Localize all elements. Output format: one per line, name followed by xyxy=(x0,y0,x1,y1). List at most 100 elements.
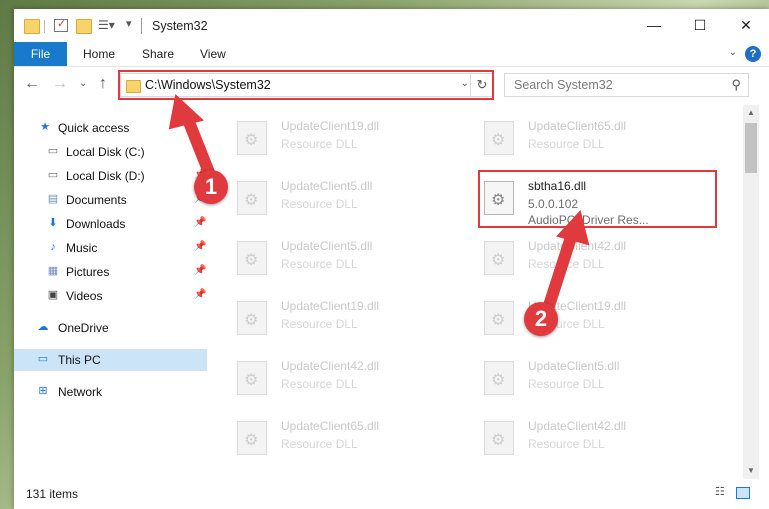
pictures-icon: ▦ xyxy=(47,265,59,277)
file-name: UpdateClient5.dll xyxy=(281,179,373,193)
gear-icon: ⚙ xyxy=(244,252,259,269)
forward-arrow-icon[interactable]: → xyxy=(52,75,68,93)
step-2-badge: 2 xyxy=(524,302,558,336)
search-box[interactable]: Search System32 ⚲ xyxy=(504,73,749,97)
gear-icon: ⚙ xyxy=(491,132,506,149)
scrollbar-thumb[interactable] xyxy=(745,123,757,173)
minimize-button[interactable]: — xyxy=(631,9,677,42)
gear-icon: ⚙ xyxy=(491,432,506,449)
back-arrow-icon[interactable]: ← xyxy=(24,75,40,93)
star-icon: ★ xyxy=(40,121,50,133)
computer-icon: ▭ xyxy=(37,353,49,365)
file-name: UpdateClient19.dll xyxy=(281,299,380,313)
sidebar-item-this-pc[interactable]: ▭ This PC xyxy=(14,349,207,371)
file-type: Resource DLL xyxy=(281,377,358,391)
file-item[interactable]: ⚙ UpdateClient65.dll Resource DLL xyxy=(207,413,437,469)
tab-share[interactable]: Share xyxy=(142,42,174,66)
gear-icon: ⚙ xyxy=(244,192,259,209)
details-view-icon[interactable]: ☷ xyxy=(715,485,729,498)
pin-icon[interactable]: 📌 xyxy=(194,241,206,252)
dll-file-icon: ⚙ xyxy=(237,301,267,335)
file-type: Resource DLL xyxy=(281,437,358,451)
ribbon-tabs: File Home Share View ⌄ ? xyxy=(14,42,769,67)
customize-toolbar-icon[interactable]: ☰▾ xyxy=(98,18,118,32)
file-item[interactable]: ⚙ UpdateClient5.dll Resource DLL xyxy=(454,353,684,409)
file-item[interactable]: ⚙ UpdateClient42.dll Resource DLL xyxy=(454,233,684,289)
title-divider xyxy=(141,18,142,34)
address-bar-highlight xyxy=(118,70,494,100)
chevron-down-icon[interactable]: ▾ xyxy=(126,17,140,30)
help-button[interactable]: ? xyxy=(745,46,761,62)
file-name: UpdateClient42.dll xyxy=(528,419,627,433)
dll-file-icon: ⚙ xyxy=(484,361,514,395)
pin-icon[interactable]: 📌 xyxy=(194,217,206,228)
vertical-scrollbar[interactable]: ▲ ▼ xyxy=(743,105,759,479)
file-item[interactable]: ⚙ UpdateClient5.dll Resource DLL xyxy=(207,173,437,229)
file-type: Resource DLL xyxy=(281,137,358,151)
network-icon: ⊞ xyxy=(38,385,48,397)
item-count: 131 items xyxy=(26,487,79,501)
sidebar-item-local-disk-d[interactable]: ▭ Local Disk (D:) 📌 xyxy=(14,165,207,187)
file-name: UpdateClient19.dll xyxy=(281,119,380,133)
file-name: UpdateClient5.dll xyxy=(528,359,620,373)
folder-icon xyxy=(24,19,40,34)
recent-locations-chevron-icon[interactable]: ⌄ xyxy=(79,78,87,89)
dll-file-icon: ⚙ xyxy=(237,241,267,275)
file-item[interactable]: ⚙ UpdateClient42.dll Resource DLL xyxy=(207,353,437,409)
up-arrow-icon[interactable]: ↑ xyxy=(99,75,107,93)
pin-icon[interactable]: 📌 xyxy=(194,145,206,156)
gear-icon: ⚙ xyxy=(491,372,506,389)
file-item[interactable]: ⚙ UpdateClient19.dll Resource DLL xyxy=(454,293,684,349)
sidebar-item-videos[interactable]: ▣ Videos 📌 xyxy=(14,285,207,307)
search-icon[interactable]: ⚲ xyxy=(731,77,741,93)
dll-file-icon: ⚙ xyxy=(484,301,514,335)
file-item[interactable]: ⚙ UpdateClient42.dll Resource DLL xyxy=(454,413,684,469)
gear-icon: ⚙ xyxy=(491,252,506,269)
pin-icon[interactable]: 📌 xyxy=(194,265,206,276)
sidebar-item-onedrive[interactable]: ☁ OneDrive xyxy=(14,317,207,339)
file-item[interactable]: ⚙ UpdateClient19.dll Resource DLL xyxy=(207,113,437,169)
documents-icon: ▤ xyxy=(47,193,59,205)
navigation-pane: ★ Quick access ▭ Local Disk (C:) 📌 ▭ Loc… xyxy=(14,105,207,479)
sidebar-item-music[interactable]: ♪ Music 📌 xyxy=(14,237,207,259)
status-bar: 131 items ☷ xyxy=(14,479,769,509)
dll-file-icon: ⚙ xyxy=(237,181,267,215)
dll-file-icon: ⚙ xyxy=(237,361,267,395)
tiles-view-icon[interactable] xyxy=(736,487,750,499)
dll-file-icon: ⚙ xyxy=(484,241,514,275)
tab-file[interactable]: File xyxy=(14,42,67,66)
file-name: UpdateClient65.dll xyxy=(281,419,380,433)
properties-icon[interactable]: ✓ xyxy=(54,18,68,32)
dll-file-icon: ⚙ xyxy=(237,421,267,455)
download-icon: ⬇ xyxy=(48,217,58,229)
sidebar-item-documents[interactable]: ▤ Documents 📌 xyxy=(14,189,207,211)
sidebar-item-downloads[interactable]: ⬇ Downloads 📌 xyxy=(14,213,207,235)
file-name: UpdateClient42.dll xyxy=(528,239,627,253)
new-folder-icon[interactable] xyxy=(76,19,92,34)
file-highlight xyxy=(478,170,717,228)
file-type: Resource DLL xyxy=(528,377,605,391)
gear-icon: ⚙ xyxy=(244,372,259,389)
sidebar-item-quick-access[interactable]: ★ Quick access xyxy=(14,117,207,139)
sidebar-item-local-disk-c[interactable]: ▭ Local Disk (C:) 📌 xyxy=(14,141,207,163)
tab-view[interactable]: View xyxy=(200,42,226,66)
sidebar-item-network[interactable]: ⊞ Network xyxy=(14,381,207,403)
file-item[interactable]: ⚙ UpdateClient19.dll Resource DLL xyxy=(207,293,437,349)
search-input[interactable]: Search System32 xyxy=(514,78,613,92)
file-type: Resource DLL xyxy=(281,257,358,271)
drive-icon: ▭ xyxy=(47,169,59,181)
file-item[interactable]: ⚙ UpdateClient5.dll Resource DLL xyxy=(207,233,437,289)
file-type: Resource DLL xyxy=(528,137,605,151)
file-type: Resource DLL xyxy=(528,437,605,451)
tab-home[interactable]: Home xyxy=(83,42,115,66)
maximize-button[interactable]: ☐ xyxy=(677,9,723,42)
close-button[interactable]: ✕ xyxy=(723,9,769,42)
scroll-up-icon[interactable]: ▲ xyxy=(743,105,759,121)
music-icon: ♪ xyxy=(50,241,56,253)
sidebar-item-pictures[interactable]: ▦ Pictures 📌 xyxy=(14,261,207,283)
expand-ribbon-icon[interactable]: ⌄ xyxy=(729,47,737,58)
dll-file-icon: ⚙ xyxy=(237,121,267,155)
file-item[interactable]: ⚙ UpdateClient65.dll Resource DLL xyxy=(454,113,684,169)
pin-icon[interactable]: 📌 xyxy=(194,289,206,300)
scroll-down-icon[interactable]: ▼ xyxy=(743,463,759,479)
